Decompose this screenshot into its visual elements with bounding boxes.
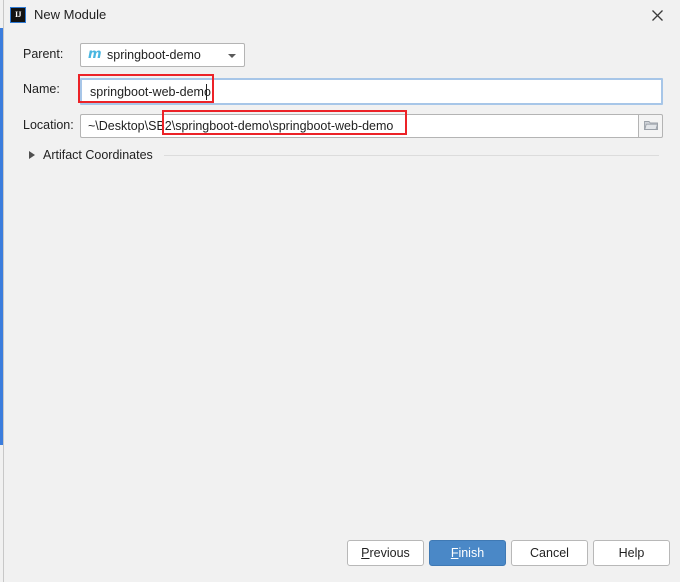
parent-row: Parent: m springboot-demo (4, 43, 680, 67)
close-button[interactable] (635, 0, 680, 30)
new-module-dialog: IJ New Module Parent: m springboot-demo … (3, 0, 680, 582)
location-label: Location: (23, 118, 74, 132)
artifact-coordinates-label: Artifact Coordinates (43, 148, 153, 162)
previous-button-label: revious (369, 546, 410, 560)
cancel-button-label: Cancel (530, 546, 569, 560)
maven-module-icon: m (88, 47, 102, 62)
parent-select[interactable]: m springboot-demo (80, 43, 245, 67)
dialog-form: Parent: m springboot-demo Name: springbo… (4, 30, 680, 526)
location-input[interactable]: ~\Desktop\SB2\springboot-demo\springboot… (80, 114, 638, 138)
app-icon-text: IJ (14, 10, 22, 19)
location-input-value: ~\Desktop\SB2\springboot-demo\springboot… (88, 119, 394, 133)
page-title: New Module (34, 7, 107, 22)
parent-label: Parent: (23, 47, 64, 61)
artifact-coordinates-section: Artifact Coordinates (4, 145, 680, 165)
help-button-label: Help (618, 546, 645, 560)
finish-button[interactable]: Finish (429, 540, 506, 566)
dialog-titlebar: IJ New Module (4, 0, 680, 30)
previous-button[interactable]: Previous (347, 540, 424, 566)
parent-selected-value: springboot-demo (107, 48, 201, 62)
chevron-down-icon (228, 54, 236, 58)
artifact-coordinates-toggle[interactable]: Artifact Coordinates (29, 145, 153, 165)
name-input-value: springboot-web-demo (90, 85, 211, 99)
browse-folder-button[interactable] (638, 114, 663, 138)
folder-icon (643, 119, 658, 134)
name-label: Name: (23, 82, 60, 96)
close-icon (651, 9, 664, 22)
chevron-right-icon (29, 151, 35, 159)
dialog-footer: Previous Finish Cancel Help (4, 526, 680, 582)
previous-button-mnemonic: P (361, 546, 370, 560)
name-input[interactable]: springboot-web-demo (80, 78, 663, 105)
cancel-button[interactable]: Cancel (511, 540, 588, 566)
finish-button-label: inish (458, 546, 485, 560)
finish-button-mnemonic: F (450, 546, 459, 560)
section-divider (164, 155, 659, 156)
intellij-idea-icon: IJ (10, 7, 26, 23)
location-row: Location: ~\Desktop\SB2\springboot-demo\… (4, 114, 680, 138)
text-caret (206, 84, 207, 100)
name-row: Name: springboot-web-demo (4, 78, 680, 105)
help-button[interactable]: Help (593, 540, 670, 566)
